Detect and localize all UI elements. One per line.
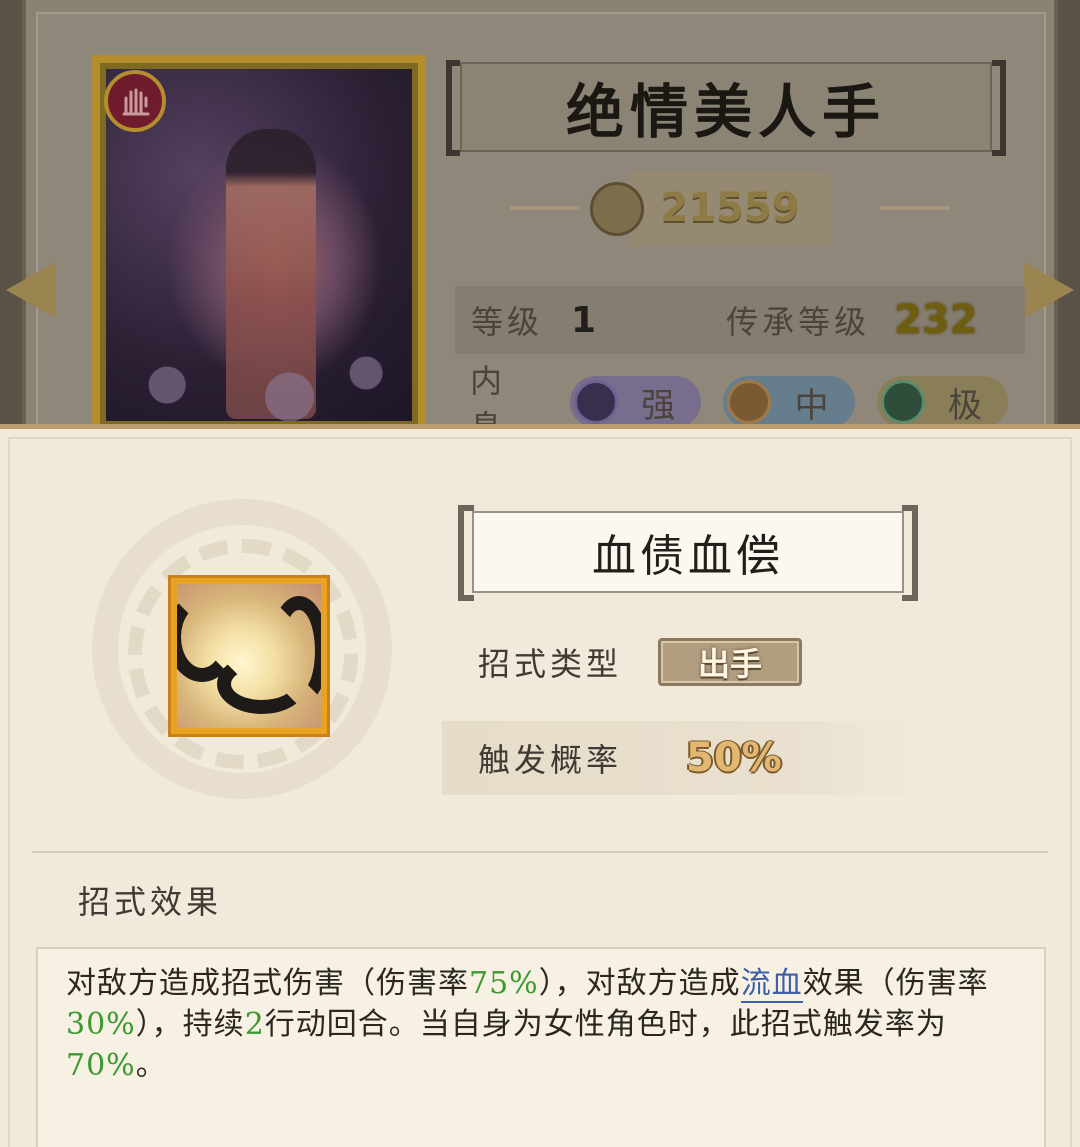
purple-moon-icon <box>573 380 618 424</box>
damage-rate-value: 75% <box>469 966 539 1001</box>
trigger-chance-value: 50% <box>686 735 782 781</box>
bleed-rate-value: 30% <box>66 1007 136 1042</box>
inner-energy-row: 内息 强 中 极 <box>470 362 1030 446</box>
effect-description: 对敌方造成招式伤害（伤害率75%），对敌方造成流血效果（伤害率 30%），持续2行… <box>66 963 1020 1086</box>
ornament-right <box>880 206 950 210</box>
effect-text: 对敌方造成招式伤害（伤害率 <box>66 966 469 1001</box>
flower-decoration <box>106 301 412 421</box>
effect-text: 行动回合。当自身为女性角色时，此招式触发率为 <box>264 1007 947 1042</box>
inner-pill-strong[interactable]: 强 <box>569 376 702 428</box>
bleed-keyword-link[interactable]: 流血 <box>740 966 803 1003</box>
pill-label: 极 <box>948 385 982 426</box>
faction-hand-icon <box>104 70 166 132</box>
skill-type-row: 招式类型 出手 <box>478 637 803 687</box>
ornament-left <box>510 206 580 210</box>
effect-heading: 招式效果 <box>78 883 223 921</box>
skill-detail-panel: 血债血偿 招式类型 出手 触发概率 50% 招式效果 对敌方造成招式伤害（伤害率… <box>0 424 1080 1147</box>
pill-label: 强 <box>641 385 676 426</box>
skill-title-box: 血债血偿 <box>458 505 918 601</box>
effect-text: 效果（伤害率 <box>802 966 989 1001</box>
effect-text: 。 <box>135 1048 167 1083</box>
bracket-right <box>902 505 918 601</box>
level-label: 等级 <box>471 303 544 341</box>
effect-text: ），对敌方造成 <box>538 966 741 1001</box>
bracket-right <box>992 60 1006 156</box>
bronze-sun-icon <box>727 380 772 424</box>
female-trigger-rate-value: 70% <box>66 1048 136 1083</box>
skill-icon-frame <box>168 575 330 737</box>
inherit-level-value: 232 <box>894 297 978 343</box>
power-sword-icon <box>590 182 644 236</box>
character-title-box: 绝情美人手 <box>446 60 1006 156</box>
hand-icon <box>122 88 150 116</box>
character-title: 绝情美人手 <box>565 78 886 146</box>
section-divider <box>32 851 1048 853</box>
effect-text: ），持续 <box>135 1007 245 1042</box>
trigger-chance-label: 触发概率 <box>478 741 623 779</box>
inherit-level-label: 传承等级 <box>726 303 871 341</box>
pill-label: 中 <box>794 385 829 426</box>
level-value: 1 <box>571 299 597 341</box>
bracket-left <box>458 505 474 601</box>
serpent-skill-icon <box>177 584 321 728</box>
green-jade-icon <box>880 380 925 424</box>
skill-type-label: 招式类型 <box>478 645 623 683</box>
level-row: 等级 1 传承等级 232 <box>455 286 1025 354</box>
power-row: 21559 <box>500 168 960 248</box>
snake-shape <box>217 654 307 714</box>
effect-description-box: 对敌方造成招式伤害（伤害率75%），对敌方造成流血效果（伤害率 30%），持续2行… <box>36 947 1046 1147</box>
trigger-chance-row: 触发概率 50% <box>442 721 934 795</box>
bracket-left <box>446 60 460 156</box>
inner-pill-medium[interactable]: 中 <box>723 376 855 428</box>
power-value: 21559 <box>660 185 800 231</box>
inner-pill-extreme[interactable]: 极 <box>876 376 1008 428</box>
skill-name: 血债血偿 <box>592 531 784 582</box>
duration-value: 2 <box>244 1007 265 1042</box>
skill-type-badge: 出手 <box>658 638 803 686</box>
